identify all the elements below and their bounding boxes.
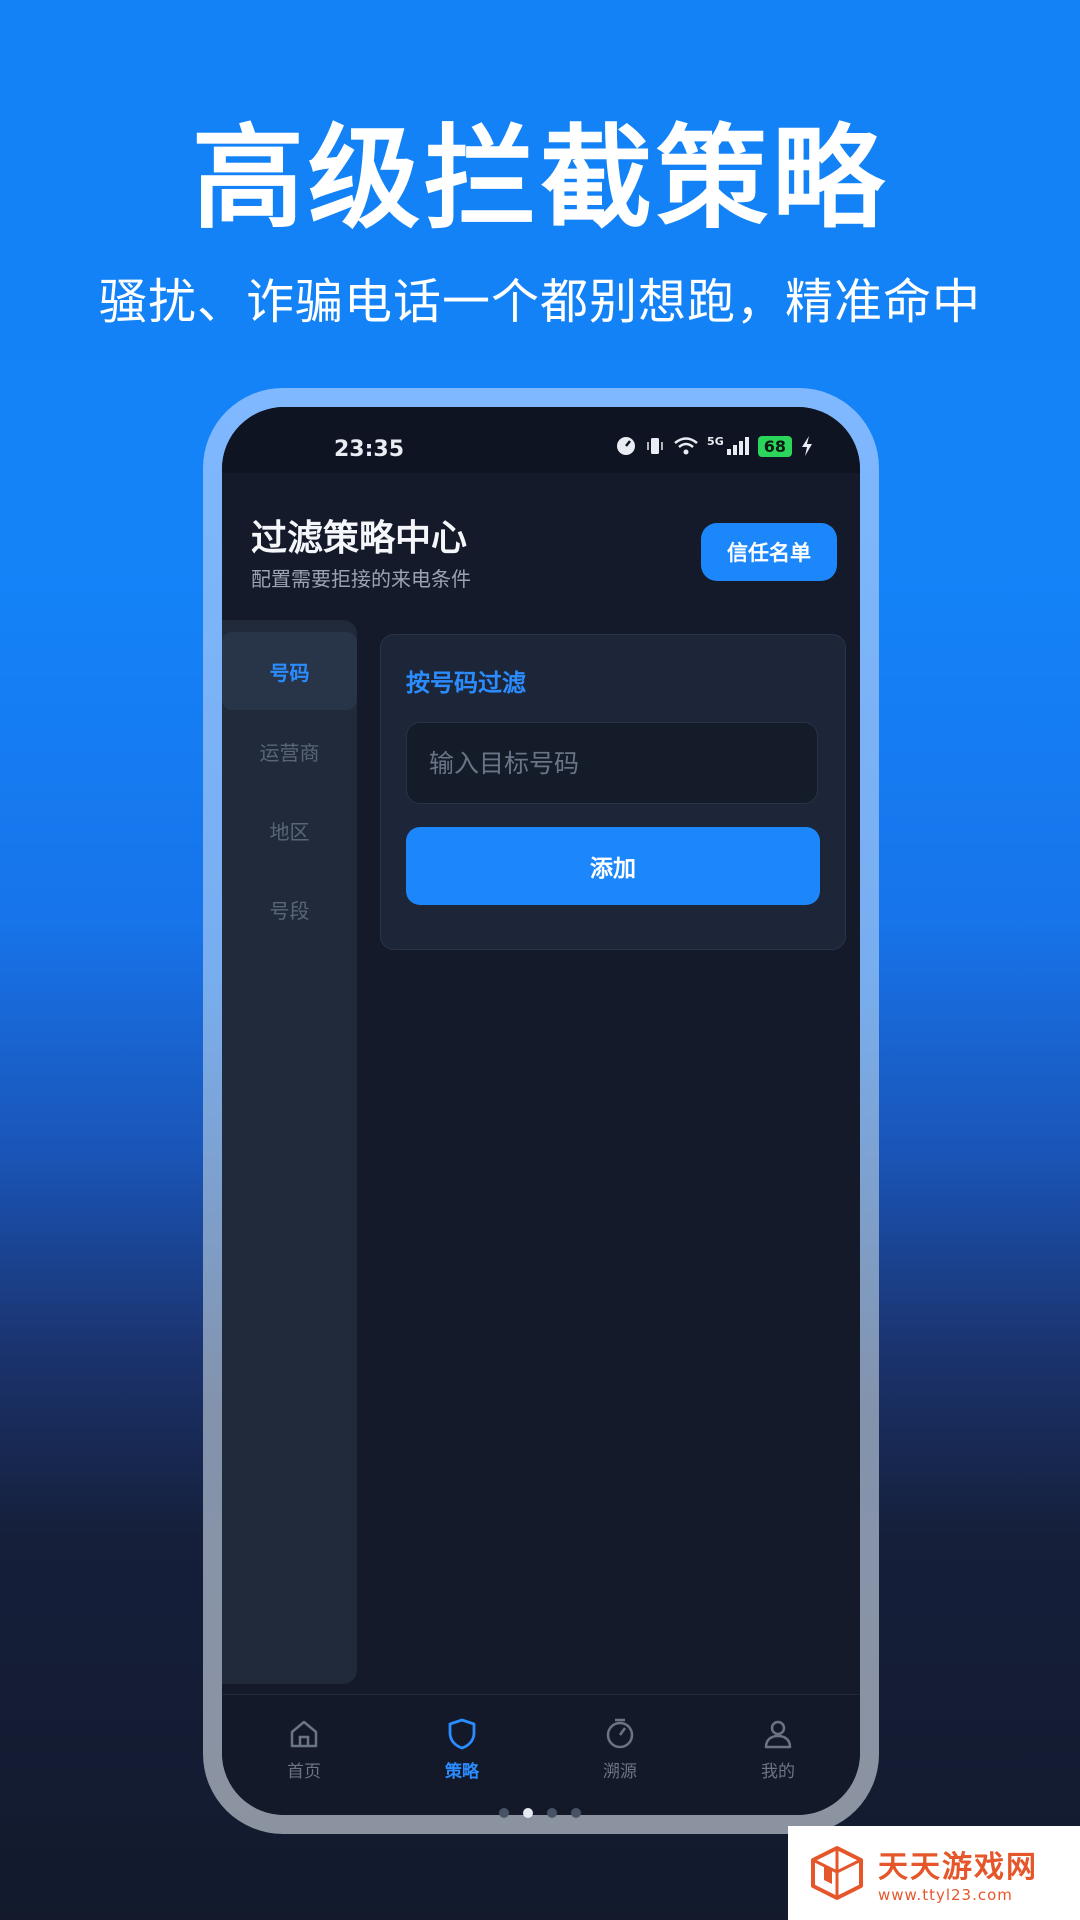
filter-sidebar: 号码 运营商 地区 号段: [222, 620, 357, 1684]
watermark-name: 天天游戏网: [878, 1850, 1038, 1885]
carousel-dot[interactable]: [499, 1808, 509, 1818]
phone-screen: 23:35 5G 68 过滤策略中心 配置需要拒接的来电条件 信任名单 号码 运…: [222, 407, 860, 1815]
person-icon: [764, 1720, 792, 1749]
page-title: 过滤策略中心: [251, 518, 468, 559]
wifi-icon: [674, 437, 698, 455]
target-number-input[interactable]: [406, 722, 818, 804]
nav-item-trace[interactable]: 溯源: [570, 1717, 670, 1782]
status-icons: 5G 68: [615, 435, 814, 457]
carousel-dot[interactable]: [571, 1808, 581, 1818]
nav-item-home[interactable]: 首页: [254, 1717, 354, 1782]
watermark-url: www.ttyl23.com: [878, 1886, 1013, 1904]
number-filter-card: 按号码过滤 添加: [380, 634, 846, 950]
add-button[interactable]: 添加: [406, 827, 820, 905]
sidebar-item-number[interactable]: 号码: [222, 632, 357, 710]
nav-label-strategy: 策略: [445, 1762, 479, 1782]
signal-icon: [726, 437, 749, 455]
nav-label-home: 首页: [287, 1762, 321, 1782]
sidebar-item-region[interactable]: 地区: [222, 791, 357, 869]
carousel-dot-active[interactable]: [523, 1808, 533, 1818]
battery-indicator: 68: [757, 435, 792, 457]
watermark: 天天游戏网 www.ttyl23.com: [788, 1826, 1080, 1920]
shield-icon: [448, 1718, 476, 1750]
carousel-dot[interactable]: [547, 1808, 557, 1818]
carousel-dots: [499, 1808, 581, 1818]
vibrate-icon: [647, 438, 663, 454]
phone-frame: 23:35 5G 68 过滤策略中心 配置需要拒接的来电条件 信任名单 号码 运…: [203, 388, 879, 1834]
watermark-text: 天天游戏网 www.ttyl23.com: [878, 1842, 1038, 1904]
bottom-nav: 首页 策略 溯源 我的: [222, 1694, 860, 1815]
trust-list-button[interactable]: 信任名单: [701, 523, 837, 581]
charging-icon: [802, 436, 812, 456]
card-title: 按号码过滤: [406, 669, 526, 697]
home-icon: [290, 1720, 318, 1748]
speedometer-icon: [617, 437, 636, 455]
page-subtitle: 配置需要拒接的来电条件: [251, 567, 471, 591]
promo-subtitle: 骚扰、诈骗电话一个都别想跑，精准命中: [98, 274, 981, 330]
status-time: 23:35: [334, 437, 405, 462]
nav-item-mine[interactable]: 我的: [728, 1717, 828, 1782]
network-label: 5G: [707, 435, 724, 448]
watermark-logo-icon: [811, 1846, 863, 1900]
promo-title: 高级拦截策略: [192, 114, 888, 244]
timer-icon: [606, 1718, 634, 1749]
nav-item-strategy[interactable]: 策略: [412, 1717, 512, 1782]
nav-label-trace: 溯源: [603, 1762, 637, 1782]
status-bar: 23:35 5G 68: [222, 407, 860, 473]
nav-label-mine: 我的: [761, 1762, 795, 1782]
sidebar-item-prefix[interactable]: 号段: [222, 870, 357, 948]
sidebar-item-carrier[interactable]: 运营商: [222, 712, 357, 790]
